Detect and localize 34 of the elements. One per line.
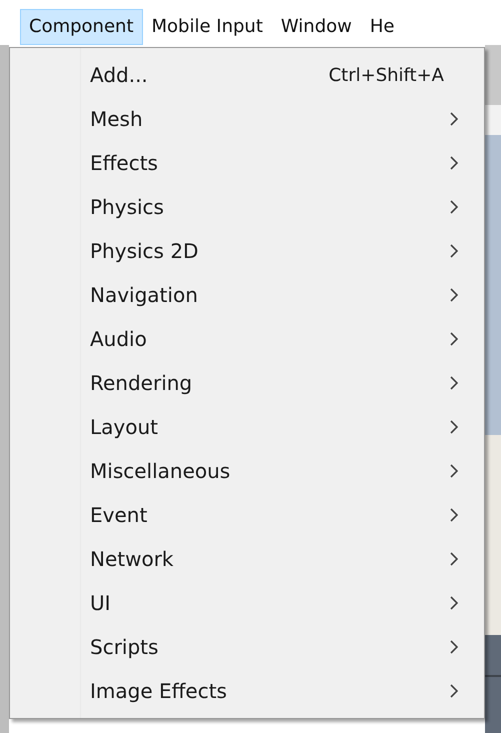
menu-item[interactable]: Audio bbox=[10, 317, 484, 361]
menu-item[interactable]: Miscellaneous bbox=[10, 449, 484, 493]
shortcut-label: Ctrl+Shift+A bbox=[328, 64, 445, 86]
chevron-right-icon bbox=[449, 420, 458, 434]
chevron-right-icon bbox=[449, 332, 458, 346]
menu-item[interactable]: Add... Ctrl+Shift+A bbox=[10, 53, 484, 97]
chevron-right-icon bbox=[449, 244, 458, 258]
menu-item[interactable]: Network bbox=[10, 537, 484, 581]
menu-bar-item[interactable]: Mobile Input bbox=[142, 9, 272, 45]
menu-item[interactable]: Physics bbox=[10, 185, 484, 229]
chevron-right-icon bbox=[449, 156, 458, 170]
menu-bar-item[interactable]: Component bbox=[20, 9, 143, 45]
menu-item[interactable]: Event bbox=[10, 493, 484, 537]
chevron-right-icon bbox=[449, 552, 458, 566]
menu-bar-item[interactable]: He bbox=[360, 9, 404, 45]
menu-item[interactable]: Image Effects bbox=[10, 669, 484, 713]
menu-bar-item[interactable]: Window bbox=[272, 9, 361, 45]
menu-item[interactable]: UI bbox=[10, 581, 484, 625]
chevron-right-icon bbox=[449, 288, 458, 302]
menu-item[interactable]: Layout bbox=[10, 405, 484, 449]
menu-item[interactable]: Physics 2D bbox=[10, 229, 484, 273]
chevron-right-icon bbox=[449, 112, 458, 126]
chevron-right-icon bbox=[449, 200, 458, 214]
chevron-right-icon bbox=[449, 508, 458, 522]
menu-item[interactable]: Scripts bbox=[10, 625, 484, 669]
chevron-right-icon bbox=[449, 464, 458, 478]
chevron-right-icon bbox=[449, 376, 458, 390]
menu-item[interactable]: Rendering bbox=[10, 361, 484, 405]
chevron-right-icon bbox=[449, 596, 458, 610]
chevron-right-icon bbox=[449, 640, 458, 654]
menu-item[interactable]: Effects bbox=[10, 141, 484, 185]
menu-item[interactable]: Mesh bbox=[10, 97, 484, 141]
menu-item[interactable]: Navigation bbox=[10, 273, 484, 317]
chevron-right-icon bbox=[449, 684, 458, 698]
